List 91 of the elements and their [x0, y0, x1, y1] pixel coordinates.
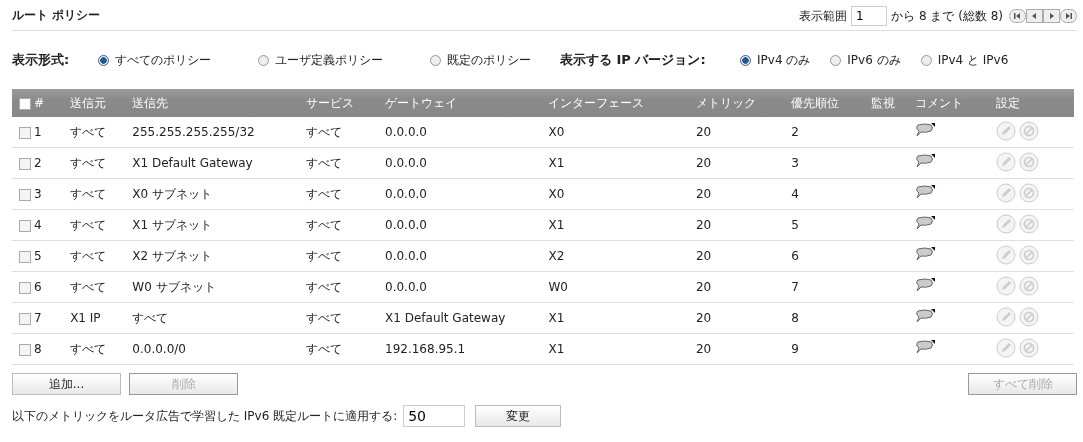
column-header[interactable]: 送信元 [70, 95, 107, 110]
table-cell: すべて [70, 341, 107, 356]
table-cell: すべて [132, 310, 169, 325]
table-cell: すべて [70, 124, 107, 139]
table-cell: 255.255.255.255/32 [132, 125, 255, 139]
table-cell: X0 [548, 125, 565, 139]
table-cell: すべて [70, 279, 107, 294]
column-header[interactable]: コメント [915, 95, 964, 110]
table-cell: 20 [695, 342, 712, 356]
table-cell: 0.0.0.0 [385, 187, 427, 201]
column-header[interactable]: インターフェース [548, 95, 645, 110]
table-cell: 8 [791, 311, 799, 325]
table-cell: 20 [695, 280, 712, 294]
table-cell: 1 [34, 125, 42, 139]
radio-label: IPv4 と IPv6 [937, 51, 1009, 69]
table-cell: X1 サブネット [132, 217, 212, 232]
table-cell: X1 [548, 156, 565, 170]
table-cell: 20 [695, 249, 712, 263]
table-cell: 4 [791, 187, 799, 201]
table-cell: すべて [70, 186, 107, 201]
table-cell: W0 [548, 280, 568, 294]
radio-label: すべてのポリシー [115, 51, 211, 69]
table-cell: 3 [791, 156, 799, 170]
table-cell: 20 [695, 125, 712, 139]
table-cell: すべて [70, 217, 107, 232]
table-cell: X1 [548, 218, 565, 232]
table-cell: X1 Default Gateway [385, 311, 506, 325]
table-cell: 6 [791, 249, 799, 263]
table-cell: 2 [791, 125, 799, 139]
range-text: から 8 まで (総数 8) [891, 7, 1003, 25]
radio-label: ユーザ定義ポリシー [275, 51, 383, 69]
column-header[interactable]: 送信先 [132, 95, 169, 110]
table-cell: 0.0.0.0 [385, 218, 427, 232]
column-header[interactable]: 監視 [871, 95, 896, 110]
metric-field[interactable]: 50 [403, 405, 466, 427]
column-header[interactable]: メトリック [695, 95, 756, 110]
table-cell: 0.0.0.0 [385, 280, 427, 294]
table-cell: X1 [548, 342, 565, 356]
table-cell: X2 サブネット [132, 248, 212, 263]
table-cell: X0 サブネット [132, 186, 212, 201]
table-cell: 20 [695, 311, 712, 325]
table-cell: すべて [305, 279, 342, 294]
table-cell: すべて [305, 248, 342, 263]
table-cell: X1 Default Gateway [132, 156, 253, 170]
table-cell: 5 [34, 249, 42, 263]
range-label: 表示範囲 [799, 7, 848, 25]
table-cell: X0 [548, 187, 565, 201]
change-button[interactable]: 変更 [475, 405, 562, 427]
ip-version-label: 表示する IP バージョン: [560, 51, 707, 69]
table-cell: 7 [791, 280, 799, 294]
table-cell: 9 [791, 342, 799, 356]
view-mode-label: 表示形式: [12, 51, 71, 69]
table-cell: すべて [305, 124, 342, 139]
metric-label: 以下のメトリックをルータ広告で学習した IPv6 既定ルートに適用する: [12, 407, 398, 425]
table-cell: 3 [34, 187, 42, 201]
add-button[interactable]: 追加... [12, 373, 121, 395]
radio-label: IPv4 のみ [757, 51, 811, 69]
table-cell: X1 [548, 311, 565, 325]
column-header[interactable]: 設定 [995, 95, 1020, 110]
table-cell: すべて [70, 155, 107, 170]
table-cell: 20 [695, 187, 712, 201]
table-cell: 0.0.0.0 [385, 249, 427, 263]
column-header[interactable]: サービス [305, 95, 354, 110]
radio-label: 既定のポリシー [447, 51, 531, 69]
table-cell: 0.0.0.0/0 [132, 342, 186, 356]
table-cell: 0.0.0.0 [385, 125, 427, 139]
table-cell: 192.168.95.1 [385, 342, 466, 356]
table-cell: 0.0.0.0 [385, 156, 427, 170]
column-header[interactable]: # [34, 96, 45, 110]
column-header[interactable]: ゲートウェイ [385, 95, 457, 110]
page-title: ルート ポリシー [12, 7, 101, 24]
table-cell: すべて [305, 186, 342, 201]
table-cell: すべて [305, 155, 342, 170]
table-cell: 2 [34, 156, 42, 170]
table-cell: W0 サブネット [132, 279, 216, 294]
table-cell: 7 [34, 311, 42, 325]
radio-label: IPv6 のみ [847, 51, 901, 69]
table-cell: 8 [34, 342, 42, 356]
table-cell: 20 [695, 156, 712, 170]
table-cell: すべて [305, 341, 342, 356]
table-cell: すべて [70, 248, 107, 263]
table-cell: すべて [305, 310, 342, 325]
table-cell: X1 IP [70, 311, 101, 325]
table-cell: 5 [791, 218, 799, 232]
table-cell: すべて [305, 217, 342, 232]
column-header[interactable]: 優先順位 [791, 95, 840, 110]
table-cell: 6 [34, 280, 42, 294]
range-start-field[interactable]: 1 [851, 6, 888, 26]
table-cell: 4 [34, 218, 42, 232]
table-cell: X2 [548, 249, 565, 263]
table-cell: 20 [695, 218, 712, 232]
